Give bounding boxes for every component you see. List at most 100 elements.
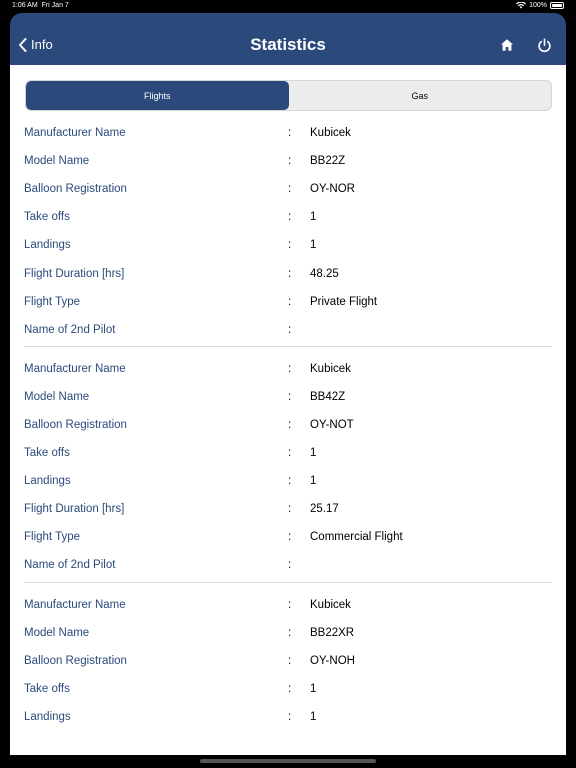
row-value: BB22XR (310, 626, 355, 639)
row-value: 1 (310, 239, 317, 252)
row-label: Take offs (24, 682, 70, 695)
table-row: Flight Duration [hrs]: 25.17 (24, 495, 552, 523)
row-value: OY-NOH (310, 654, 355, 667)
row-value: 1 (310, 475, 317, 488)
row-label: Flight Duration [hrs] (24, 267, 125, 280)
table-row: Name of 2nd Pilot: (24, 316, 552, 344)
tab-flights[interactable]: Flights (26, 81, 289, 110)
row-colon: : (288, 598, 292, 611)
table-row: Take offs: 1 (24, 439, 552, 467)
content-area: Flights Gas Manufacturer Name: Kubicek Mod… (10, 65, 566, 755)
table-row: Model Name: BB22Z (24, 147, 552, 175)
row-colon: : (288, 503, 292, 516)
flight-record: Manufacturer Name: Kubicek Model Name: BB22… (24, 583, 552, 733)
table-row: Landings: 1 (24, 703, 552, 731)
row-label: Model Name (24, 155, 90, 168)
row-label: Landings (24, 475, 71, 488)
table-row: Flight Type: Commercial Flight (24, 523, 552, 551)
statistics-list[interactable]: Manufacturer Name: Kubicek Model Name: BB22… (10, 119, 566, 733)
row-colon: : (288, 267, 292, 280)
row-colon: : (288, 654, 292, 667)
row-colon: : (288, 390, 292, 403)
status-time: 1:06 AM Fri Jan 7 (12, 2, 69, 9)
page-title: Statistics (250, 35, 326, 54)
row-label: Balloon Registration (24, 654, 127, 667)
table-row: Manufacturer Name: Kubicek (24, 591, 552, 619)
table-row: Balloon Registration: OY-NOT (24, 411, 552, 439)
row-value: OY-NOT (310, 418, 354, 431)
row-label: Manufacturer Name (24, 598, 126, 611)
table-row: Name of 2nd Pilot: (24, 551, 552, 579)
row-value: Kubicek (310, 598, 351, 611)
table-row: Flight Type: Private Flight (24, 288, 552, 316)
row-label: Manufacturer Name (24, 362, 126, 375)
row-colon: : (288, 626, 292, 639)
battery-percent: 100% (529, 2, 547, 9)
row-colon: : (288, 531, 292, 544)
row-label: Name of 2nd Pilot (24, 323, 116, 336)
row-value: BB42Z (310, 390, 346, 403)
table-row: Balloon Registration: OY-NOR (24, 175, 552, 203)
row-value: 1 (310, 710, 317, 723)
row-colon: : (288, 211, 292, 224)
row-colon: : (288, 239, 292, 252)
row-label: Take offs (24, 211, 70, 224)
row-value: 1 (310, 682, 317, 695)
row-colon: : (288, 127, 292, 140)
flight-record: Manufacturer Name: Kubicek Model Name: BB42… (24, 347, 552, 583)
table-row: Landings: 1 (24, 231, 552, 259)
row-value: OY-NOR (310, 183, 355, 196)
row-label: Model Name (24, 626, 90, 639)
row-label: Landings (24, 239, 71, 252)
row-value: 25.17 (310, 503, 339, 516)
row-colon: : (288, 295, 292, 308)
home-icon[interactable] (500, 38, 514, 52)
row-colon: : (288, 418, 292, 431)
segmented-control: Flights Gas (25, 80, 552, 111)
row-value: Kubicek (310, 362, 351, 375)
row-label: Landings (24, 710, 71, 723)
row-colon: : (288, 447, 292, 460)
status-bar: 1:06 AM Fri Jan 7 100% (0, 0, 576, 13)
tab-gas[interactable]: Gas (289, 81, 552, 110)
table-row: Balloon Registration: OY-NOH (24, 647, 552, 675)
flight-record: Manufacturer Name: Kubicek Model Name: BB22… (24, 119, 552, 347)
row-value: BB22Z (310, 155, 346, 168)
row-colon: : (288, 155, 292, 168)
row-value: Commercial Flight (310, 531, 403, 544)
row-colon: : (288, 682, 292, 695)
row-value: 1 (310, 447, 317, 460)
row-colon: : (288, 559, 292, 572)
status-date-text: Fri Jan 7 (41, 2, 69, 9)
battery-icon (550, 2, 564, 9)
row-colon: : (288, 475, 292, 488)
row-label: Flight Type (24, 295, 81, 308)
row-label: Balloon Registration (24, 418, 127, 431)
table-row: Model Name: BB22XR (24, 619, 552, 647)
row-label: Flight Type (24, 531, 81, 544)
row-value: Private Flight (310, 295, 378, 308)
row-colon: : (288, 710, 292, 723)
row-value: 1 (310, 211, 317, 224)
row-colon: : (288, 323, 292, 336)
power-icon[interactable] (537, 38, 552, 53)
row-label: Model Name (24, 390, 90, 403)
row-label: Manufacturer Name (24, 127, 126, 140)
row-label: Name of 2nd Pilot (24, 559, 116, 572)
status-time-text: 1:06 AM (12, 2, 38, 9)
row-colon: : (288, 183, 292, 196)
row-label: Flight Duration [hrs] (24, 503, 125, 516)
table-row: Manufacturer Name: Kubicek (24, 355, 552, 383)
table-row: Take offs: 1 (24, 675, 552, 703)
table-row: Flight Duration [hrs]: 48.25 (24, 259, 552, 287)
home-indicator (200, 759, 376, 763)
row-label: Balloon Registration (24, 183, 127, 196)
row-label: Take offs (24, 447, 70, 460)
row-value: 48.25 (310, 267, 339, 280)
table-row: Landings: 1 (24, 467, 552, 495)
table-row: Manufacturer Name: Kubicek (24, 119, 552, 147)
table-row: Model Name: BB42Z (24, 383, 552, 411)
nav-bar: Info Statistics (10, 13, 566, 65)
table-row: Take offs: 1 (24, 203, 552, 231)
status-right: 100% (516, 2, 564, 9)
